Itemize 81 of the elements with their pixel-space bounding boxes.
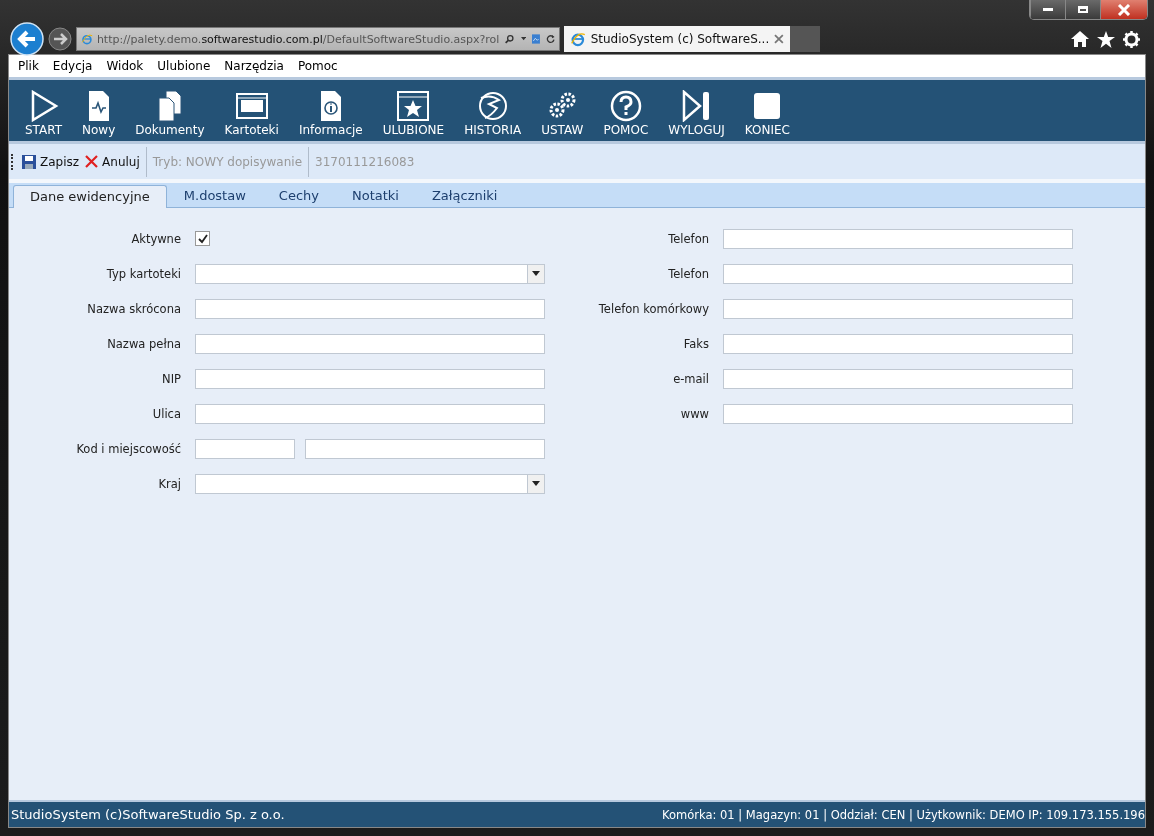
- menu-item[interactable]: Edycja: [52, 59, 93, 73]
- close-icon: [1117, 3, 1131, 16]
- toolbar-button[interactable]: Informacje: [288, 90, 373, 137]
- field-label: Telefon komórkowy: [597, 301, 709, 316]
- input-field[interactable]: [723, 298, 1073, 319]
- address-field[interactable]: http://palety.demo.softwarestudio.com.pl/DefaultSoftwareStudio.aspx?rol: [76, 27, 560, 51]
- new-tab-button[interactable]: [790, 26, 820, 52]
- browser-tab[interactable]: StudioSystem (c) SoftwareS...: [564, 26, 790, 52]
- field-label: Telefon: [667, 266, 709, 281]
- toolbar-button[interactable]: HISTORIA: [454, 90, 532, 137]
- record-number: 3170111216083: [315, 154, 415, 169]
- menu-item[interactable]: Plik: [18, 59, 39, 73]
- input-field[interactable]: [195, 438, 295, 459]
- dropdown-field[interactable]: [195, 263, 545, 284]
- field-label: Nazwa pełna: [106, 336, 181, 351]
- input-field[interactable]: [723, 228, 1073, 249]
- close-button[interactable]: [1100, 0, 1147, 19]
- star-window-icon: [397, 90, 430, 122]
- caret-icon: [532, 271, 540, 276]
- field-label: Faks: [682, 336, 709, 351]
- checkbox[interactable]: [195, 231, 210, 246]
- settings-icon[interactable]: [1123, 30, 1140, 48]
- search-icon[interactable]: [505, 32, 515, 46]
- globe-icon: [570, 31, 586, 47]
- save-button[interactable]: Zapisz: [22, 154, 80, 169]
- input-field[interactable]: [723, 333, 1073, 354]
- tab[interactable]: Notatki: [335, 185, 415, 207]
- cancel-button[interactable]: Anuluj: [85, 154, 140, 169]
- field-label: Kod i miejscowość: [75, 441, 181, 456]
- toolbar-button[interactable]: ULUBIONE: [372, 90, 455, 137]
- forward-button[interactable]: [48, 27, 72, 51]
- input-field[interactable]: [305, 438, 545, 459]
- tab[interactable]: Załączniki: [415, 185, 514, 207]
- input-field[interactable]: [195, 298, 545, 319]
- field-label: Kraj: [157, 476, 181, 491]
- star-icon[interactable]: [1097, 30, 1115, 48]
- dropdown-field[interactable]: [195, 473, 545, 494]
- field-label: Typ kartoteki: [105, 266, 181, 281]
- field-label: www: [679, 406, 709, 421]
- cross-icon: [85, 155, 99, 168]
- field-label: Ulica: [151, 406, 181, 421]
- field-label: Nazwa skrócona: [86, 301, 181, 316]
- toolbar-button[interactable]: Nowy: [72, 90, 126, 137]
- monitor-icon: [235, 90, 268, 122]
- tab[interactable]: Cechy: [262, 185, 335, 207]
- toolbar-button[interactable]: Kartoteki: [214, 90, 289, 137]
- toolbar-button[interactable]: POMOC: [593, 90, 659, 137]
- input-field[interactable]: [195, 333, 545, 354]
- status-text: StudioSystem (c)SoftwareStudio Sp. z o.o.: [11, 807, 285, 822]
- menu-item[interactable]: Narzędzia: [224, 59, 284, 73]
- input-field[interactable]: [195, 368, 545, 389]
- maximize-button[interactable]: [1065, 0, 1100, 19]
- field-label: NIP: [161, 371, 181, 386]
- dropdown-icon[interactable]: [520, 36, 526, 42]
- field-label: Aktywne: [130, 231, 181, 246]
- back-button[interactable]: [10, 22, 44, 56]
- menu-item[interactable]: Pomoc: [297, 59, 338, 73]
- input-field[interactable]: [723, 403, 1073, 424]
- caret-icon: [532, 481, 540, 486]
- input-field[interactable]: [723, 368, 1073, 389]
- home-icon[interactable]: [1071, 30, 1089, 47]
- question-icon: [609, 90, 642, 122]
- input-field[interactable]: [723, 263, 1073, 284]
- field-label: Telefon: [667, 231, 709, 246]
- tab[interactable]: Dane ewidencyjne: [13, 185, 167, 208]
- toolbar-button[interactable]: START: [15, 90, 73, 137]
- input-field[interactable]: [195, 403, 545, 424]
- refresh-icon[interactable]: [545, 32, 555, 46]
- mode-label: Tryb: NOWY dopisywanie: [152, 154, 303, 169]
- status-info: Komórka: 01 | Magazyn: 01 | Oddział: CEN | Użytkownik: DEMO IP: 109.173.155.196: [662, 807, 1145, 822]
- menu-item[interactable]: Ulubione: [157, 59, 211, 73]
- menu-item[interactable]: Widok: [106, 59, 144, 73]
- compatibility-icon[interactable]: [531, 32, 540, 46]
- toolbar-button[interactable]: KONIEC: [734, 90, 800, 137]
- minimize-button[interactable]: [1030, 0, 1065, 19]
- field-label: e-mail: [672, 371, 709, 386]
- close-tab-icon[interactable]: [774, 34, 784, 44]
- toolbar-button[interactable]: WYLOGUJ: [658, 90, 735, 137]
- toolbar-button[interactable]: USTAW: [531, 90, 594, 137]
- toolbar-button[interactable]: Dokumenty: [125, 90, 215, 137]
- tab[interactable]: M.dostaw: [167, 185, 262, 207]
